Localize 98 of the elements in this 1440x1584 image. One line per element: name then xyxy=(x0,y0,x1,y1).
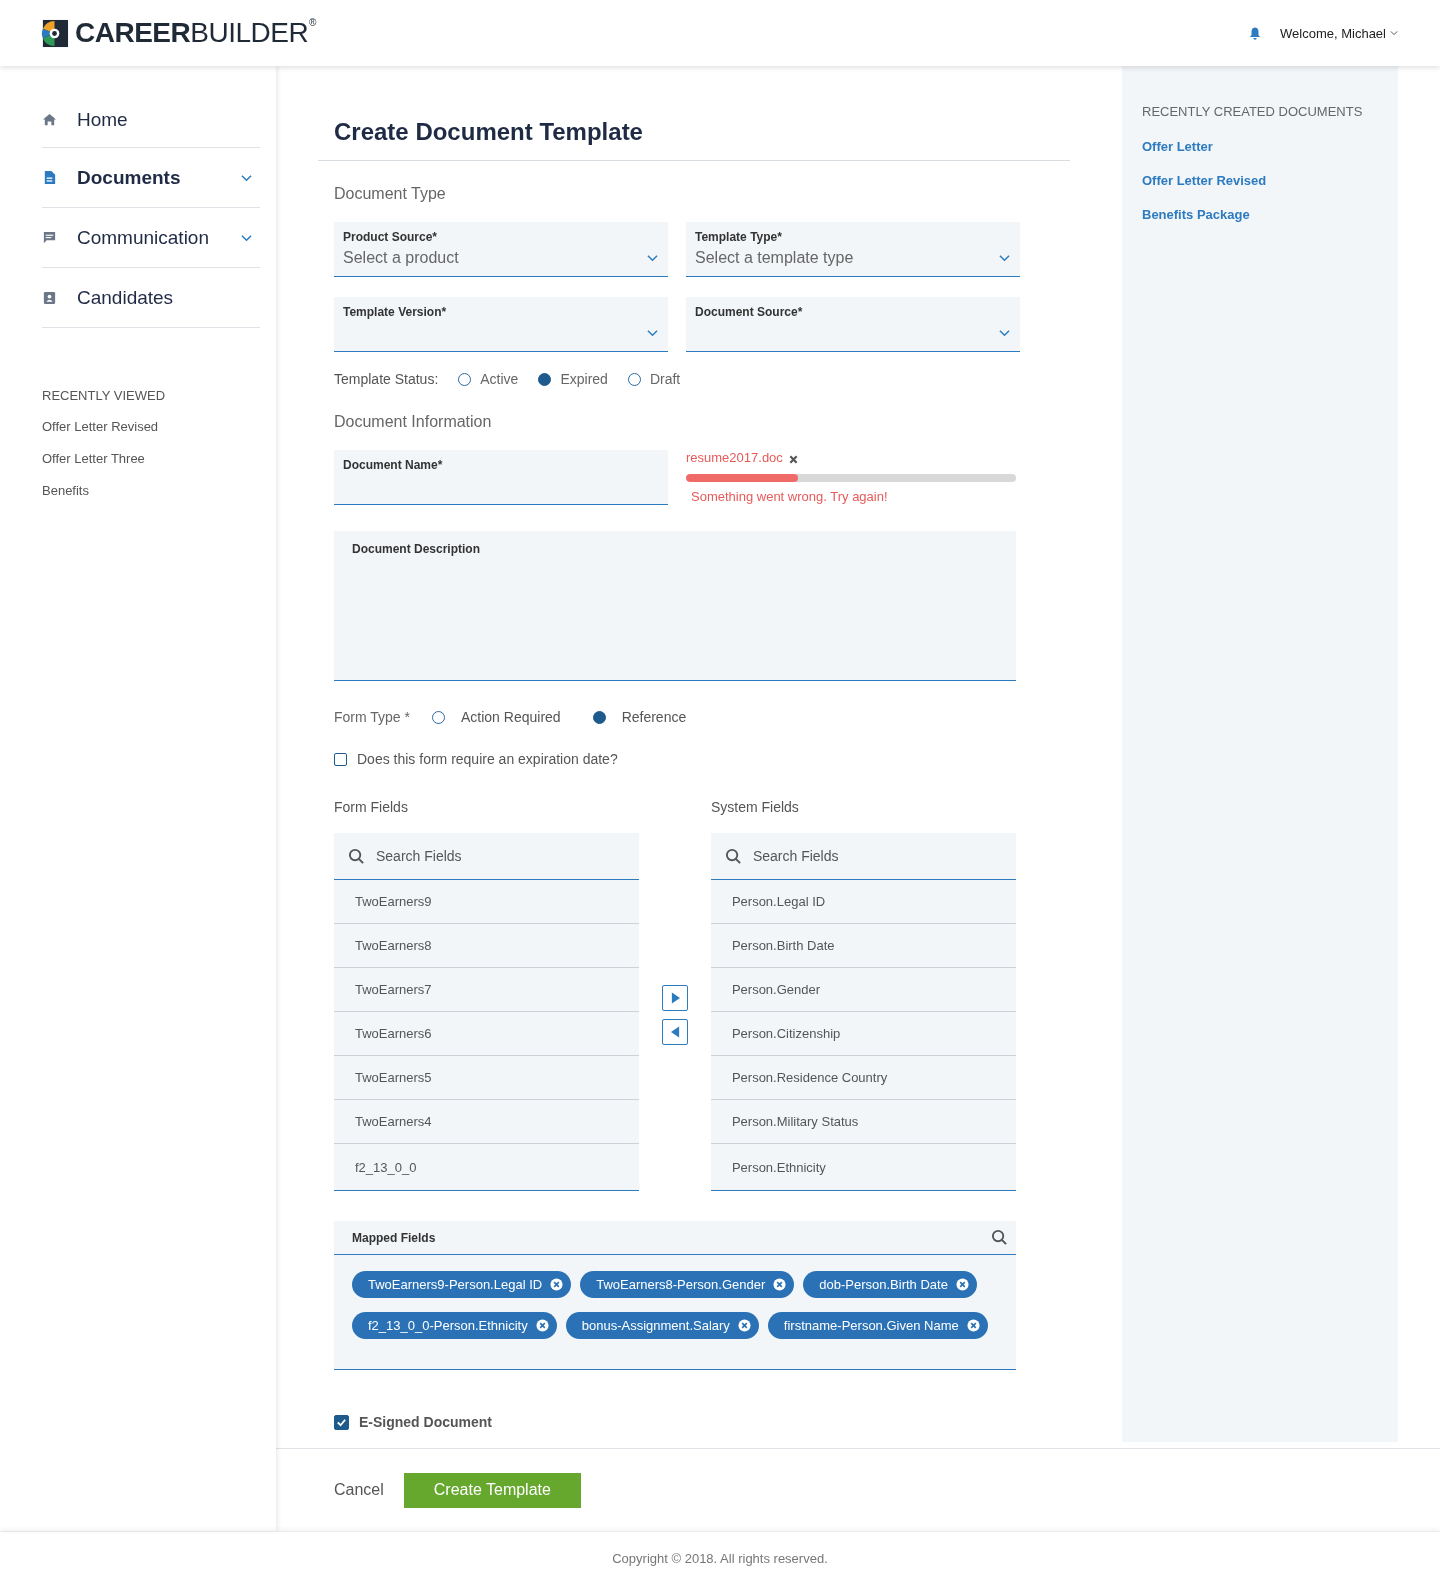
remove-circle-icon xyxy=(550,1278,564,1291)
badge-icon xyxy=(42,290,57,305)
remove-circle-icon xyxy=(773,1278,787,1291)
checkbox-label[interactable]: E-Signed Document xyxy=(359,1414,492,1430)
list-item[interactable]: Person.Citizenship xyxy=(710,1012,1016,1056)
remove-circle-icon xyxy=(966,1319,980,1332)
recent-link[interactable]: Offer Letter Three xyxy=(42,451,276,466)
list-item[interactable]: Person.Birth Date xyxy=(710,924,1016,968)
move-right-button[interactable] xyxy=(662,985,688,1011)
search-icon xyxy=(724,847,742,865)
check-icon xyxy=(336,1416,347,1428)
checkbox[interactable] xyxy=(334,1414,349,1430)
section-heading: RECENTLY CREATED DOCUMENTS xyxy=(1142,104,1364,119)
radio-label[interactable]: Action Required xyxy=(461,709,561,725)
tag-label: bonus-Assignment.Salary xyxy=(581,1318,730,1333)
list-item[interactable]: Person.Military Status xyxy=(710,1100,1016,1144)
tag[interactable]: firstname-Person.Given Name xyxy=(767,1312,988,1339)
document-link[interactable]: Offer Letter Revised xyxy=(1142,173,1398,188)
radio-button[interactable] xyxy=(538,372,552,386)
section-heading: RECENTLY VIEWED xyxy=(42,388,167,403)
list-item[interactable]: Person.Gender xyxy=(710,968,1016,1012)
remove-circle-icon xyxy=(737,1319,751,1332)
radio-label[interactable]: Expired xyxy=(560,371,608,387)
tag[interactable]: TwoEarners9-Person.Legal ID xyxy=(352,1271,572,1298)
cancel-button[interactable]: Cancel xyxy=(334,1481,384,1499)
list-heading: Form Fields xyxy=(334,799,409,815)
copyright-text: Copyright © 2018. All rights reserved. xyxy=(0,1531,1440,1584)
tag[interactable]: bonus-Assignment.Salary xyxy=(565,1312,759,1339)
recent-link[interactable]: Benefits xyxy=(42,483,276,498)
triangle-left-icon xyxy=(670,1026,680,1038)
field-label: Form Type * xyxy=(334,709,410,725)
checkbox[interactable] xyxy=(334,752,347,766)
search-icon xyxy=(991,1229,1008,1246)
error-message: Something went wrong. Try again! xyxy=(691,489,889,504)
list-item[interactable]: Person.Residence Country xyxy=(710,1056,1016,1100)
nav-item[interactable]: Documents xyxy=(42,148,260,208)
field-label: Template Status: xyxy=(334,371,439,387)
chevron-icon xyxy=(647,329,658,337)
radio-label[interactable]: Reference xyxy=(621,709,687,725)
search-field[interactable]: Search Fields xyxy=(750,847,1016,865)
radio-label[interactable]: Draft xyxy=(649,371,681,387)
remove-circle-icon xyxy=(535,1319,549,1332)
chevron-icon xyxy=(999,254,1010,262)
bell-icon xyxy=(1248,25,1263,41)
document-icon xyxy=(42,170,57,185)
tag-label: f2_13_0_0-Person.Ethnicity xyxy=(368,1318,528,1333)
document-link[interactable]: Benefits Package xyxy=(1142,207,1398,222)
chevron-icon xyxy=(1390,30,1398,36)
search-icon xyxy=(348,847,365,865)
chevron-icon xyxy=(647,254,658,262)
move-left-button[interactable] xyxy=(662,1019,688,1045)
list-heading: System Fields xyxy=(710,799,800,815)
chat-icon xyxy=(42,230,57,245)
radio-label[interactable]: Active xyxy=(480,371,519,387)
document-link[interactable]: Offer Letter xyxy=(1142,139,1398,154)
select-field[interactable]: Template Type* Select a template type xyxy=(686,222,1020,277)
list-item[interactable]: Person.Ethnicity xyxy=(710,1144,1016,1190)
user-menu[interactable]: Welcome, Michael xyxy=(1280,25,1398,41)
tag[interactable]: dob-Person.Birth Date xyxy=(803,1271,977,1298)
list-item[interactable]: TwoEarners4 xyxy=(334,1100,640,1144)
remove-button[interactable] xyxy=(788,454,798,464)
select-field[interactable]: Product Source* Select a product xyxy=(334,222,668,277)
radio-button[interactable] xyxy=(592,710,606,724)
tag-label: TwoEarners8-Person.Gender xyxy=(596,1277,766,1292)
tag-label: TwoEarners9-Person.Legal ID xyxy=(368,1277,543,1292)
section-heading: Document Information xyxy=(334,413,493,431)
list-item[interactable]: TwoEarners6 xyxy=(334,1012,640,1056)
list-item[interactable]: TwoEarners7 xyxy=(334,968,640,1012)
nav-item[interactable]: Home xyxy=(42,92,260,148)
section-heading: Document Type xyxy=(334,185,447,203)
list-item[interactable]: TwoEarners5 xyxy=(334,1056,640,1100)
chevron-icon xyxy=(999,329,1010,337)
text-field[interactable]: Document Name* xyxy=(334,450,668,505)
tag-label: dob-Person.Birth Date xyxy=(819,1277,948,1292)
page-title: Create Document Template xyxy=(334,118,644,147)
tag-label: firstname-Person.Given Name xyxy=(783,1318,959,1333)
close-icon xyxy=(788,454,798,464)
nav-item[interactable]: Communication xyxy=(42,208,260,268)
list-item[interactable]: TwoEarners8 xyxy=(334,924,640,968)
checkbox-label[interactable]: Does this form require an expiration date? xyxy=(357,751,618,767)
description-field[interactable]: Document Description xyxy=(334,531,1016,681)
logo-icon xyxy=(40,18,69,48)
select-field[interactable]: Document Source* xyxy=(686,297,1020,352)
remove-circle-icon xyxy=(955,1278,969,1291)
triangle-right-icon xyxy=(670,992,680,1004)
recent-link[interactable]: Offer Letter Revised xyxy=(42,419,276,434)
list-item[interactable]: TwoEarners9 xyxy=(334,880,640,924)
file-name: resume2017.doc xyxy=(686,450,783,465)
tag[interactable]: f2_13_0_0-Person.Ethnicity xyxy=(352,1312,557,1339)
nav-item[interactable]: Candidates xyxy=(42,268,260,328)
select-field[interactable]: Template Version* xyxy=(334,297,668,352)
search-button[interactable] xyxy=(991,1229,1008,1246)
home-icon xyxy=(42,112,57,127)
tag[interactable]: TwoEarners8-Person.Gender xyxy=(580,1271,795,1298)
list-item[interactable]: Person.Legal ID xyxy=(710,880,1016,924)
list-item[interactable]: f2_13_0_0 xyxy=(334,1144,640,1190)
panel-title: Mapped Fields xyxy=(352,1230,436,1245)
search-field[interactable]: Search Fields xyxy=(374,847,640,865)
